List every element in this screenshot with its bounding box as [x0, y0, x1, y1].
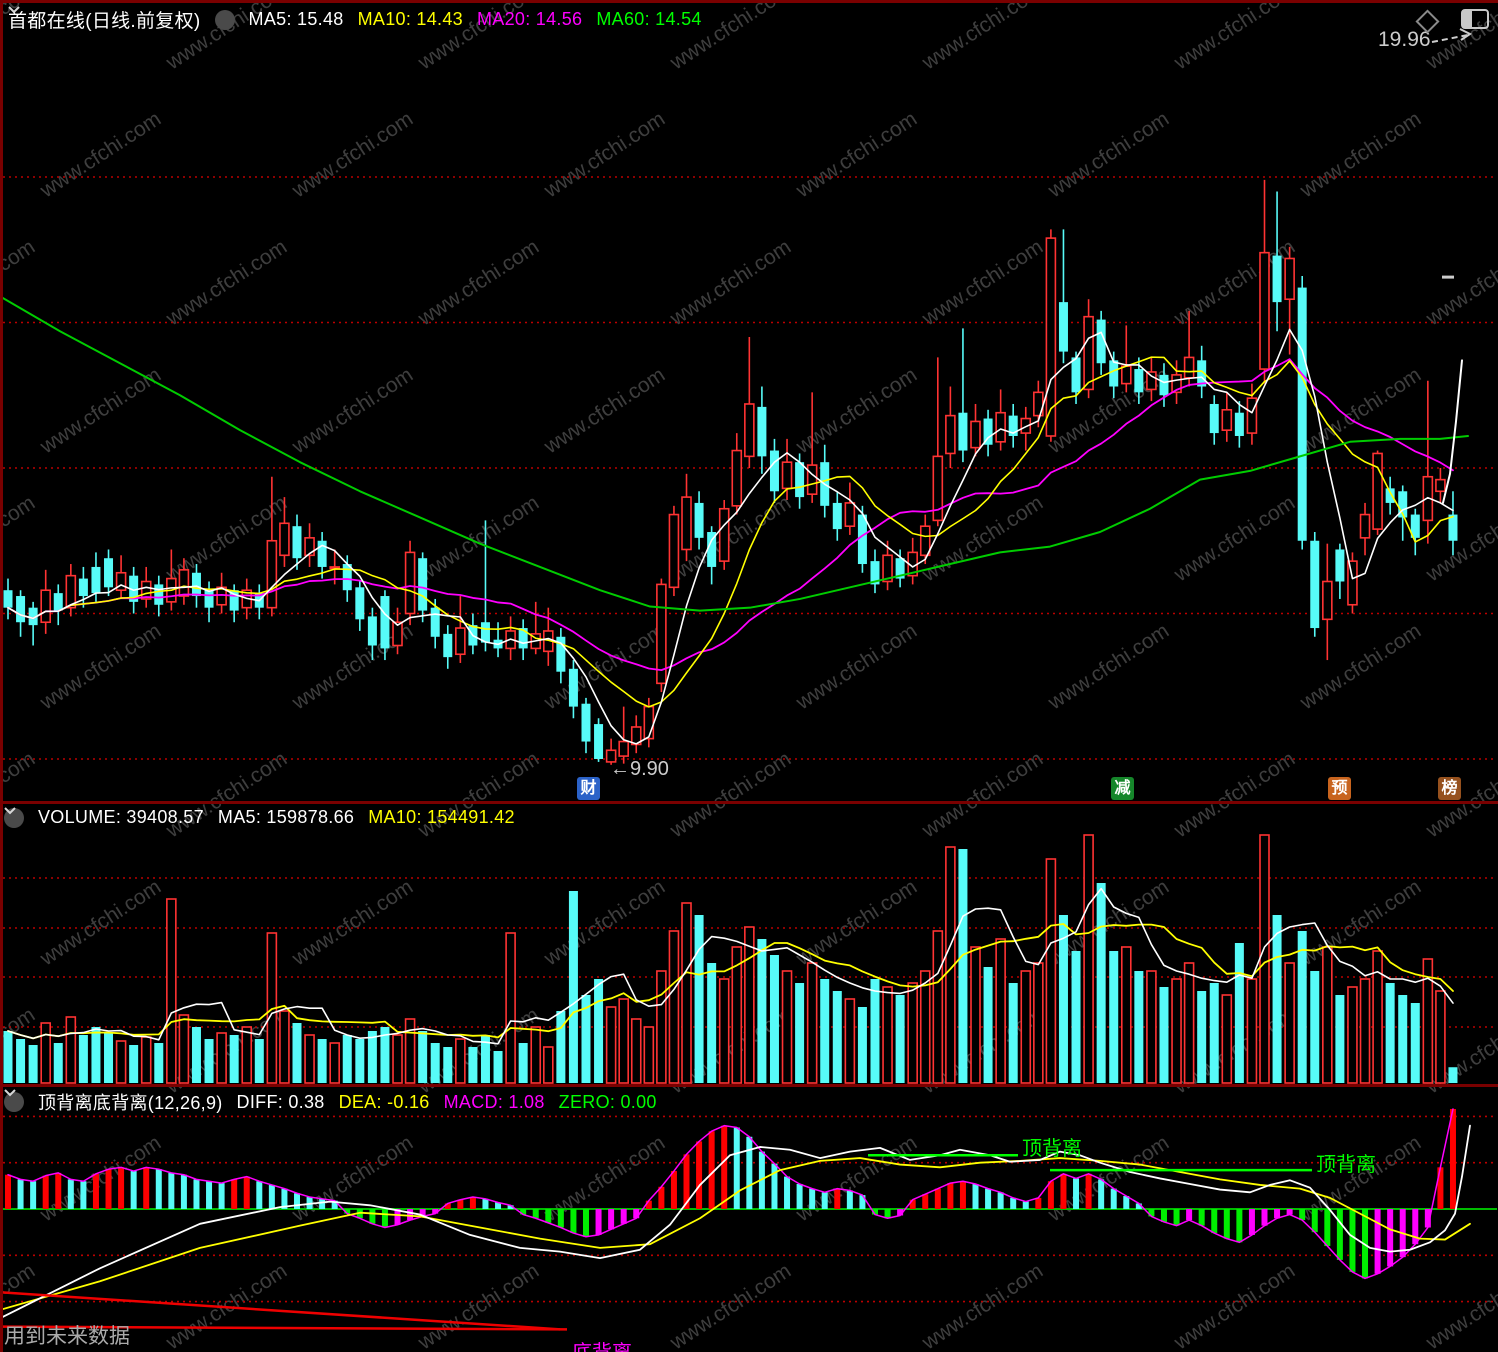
svg-text:www.cfchi.com: www.cfchi.com: [1169, 1259, 1299, 1352]
left-border: [0, 0, 3, 1352]
indicator-name: 顶背离底背离(12,26,9): [38, 1093, 223, 1113]
svg-text:www.cfchi.com: www.cfchi.com: [665, 1259, 795, 1352]
svg-text:www.cfchi.com: www.cfchi.com: [539, 107, 669, 202]
svg-text:www.cfchi.com: www.cfchi.com: [917, 235, 1047, 330]
svg-text:www.cfchi.com: www.cfchi.com: [791, 107, 921, 202]
volume-ma10-value: MA10: 154491.42: [368, 807, 515, 827]
chart-canvas[interactable]: www.cfchi.com www.cfchi.com www.cfchi.com w…: [0, 0, 1498, 1352]
page-title: 首都在线(日线.前复权): [8, 11, 201, 32]
event-badge[interactable]: 减: [1111, 777, 1134, 800]
svg-text:www.cfchi.com: www.cfchi.com: [539, 363, 669, 458]
stock-chart-app: www.cfchi.com www.cfchi.com www.cfchi.com w…: [0, 0, 1498, 1352]
volume-ma5-value: MA5: 159878.66: [217, 807, 355, 827]
panel-separator-volume: [0, 801, 1498, 804]
svg-text:www.cfchi.com: www.cfchi.com: [1421, 235, 1498, 330]
ma5-value: MA5: 15.48: [248, 9, 344, 29]
svg-text:www.cfchi.com: www.cfchi.com: [917, 747, 1047, 842]
volume-header: VOLUME: 39408.57 MA5: 159878.66 MA10: 15…: [4, 807, 515, 828]
panel-separator-macd: [0, 1084, 1498, 1087]
svg-text:www.cfchi.com: www.cfchi.com: [287, 363, 417, 458]
svg-text:www.cfchi.com: www.cfchi.com: [791, 619, 921, 714]
svg-text:www.cfchi.com: www.cfchi.com: [413, 747, 543, 842]
svg-text:www.cfchi.com: www.cfchi.com: [1169, 491, 1299, 586]
svg-text:www.cfchi.com: www.cfchi.com: [161, 747, 291, 842]
bottom-divergence-label: 底背离: [572, 1336, 632, 1352]
svg-text:www.cfchi.com: www.cfchi.com: [1295, 107, 1425, 202]
svg-text:www.cfchi.com: www.cfchi.com: [35, 107, 165, 202]
chevron-down-icon[interactable]: [8, 6, 235, 30]
svg-text:www.cfchi.com: www.cfchi.com: [413, 1259, 543, 1352]
ma10-value: MA10: 14.43: [357, 9, 463, 29]
macd-value: MACD: 1.08: [443, 1091, 545, 1112]
svg-text:www.cfchi.com: www.cfchi.com: [0, 747, 39, 842]
event-badge[interactable]: 预: [1328, 777, 1351, 800]
svg-text:www.cfchi.com: www.cfchi.com: [1295, 363, 1425, 458]
ma60-value: MA60: 14.54: [596, 9, 702, 29]
svg-text:www.cfchi.com: www.cfchi.com: [791, 875, 921, 970]
svg-text:www.cfchi.com: www.cfchi.com: [1043, 107, 1173, 202]
svg-text:www.cfchi.com: www.cfchi.com: [665, 235, 795, 330]
event-badge[interactable]: 榜: [1438, 777, 1461, 800]
svg-text:www.cfchi.com: www.cfchi.com: [1169, 747, 1299, 842]
svg-text:www.cfchi.com: www.cfchi.com: [665, 747, 795, 842]
svg-text:www.cfchi.com: www.cfchi.com: [161, 235, 291, 330]
chevron-down-icon[interactable]: [4, 1089, 24, 1112]
zero-value: ZERO: 0.00: [558, 1091, 657, 1112]
svg-text:www.cfchi.com: www.cfchi.com: [1043, 619, 1173, 714]
main-chart-header: 首都在线(日线.前复权) MA5: 15.48 MA10: 14.43 MA20…: [8, 6, 702, 33]
svg-text:www.cfchi.com: www.cfchi.com: [35, 619, 165, 714]
svg-text:www.cfchi.com: www.cfchi.com: [791, 363, 921, 458]
top-divergence-label-2: 顶背离: [1316, 1154, 1376, 1176]
svg-text:www.cfchi.com: www.cfchi.com: [35, 875, 165, 970]
future-data-note: 用到未来数据: [4, 1325, 130, 1348]
high-price-arrow-icon: [1431, 28, 1472, 43]
event-badge[interactable]: 财: [577, 777, 600, 800]
svg-text:www.cfchi.com: www.cfchi.com: [413, 491, 543, 586]
top-divergence-label-1: 顶背离: [1022, 1138, 1082, 1160]
svg-text:www.cfchi.com: www.cfchi.com: [1169, 0, 1299, 75]
panel-layout-icon[interactable]: [1461, 9, 1489, 29]
svg-text:www.cfchi.com: www.cfchi.com: [287, 107, 417, 202]
volume-value: VOLUME: 39408.57: [38, 807, 204, 827]
ma20-value: MA20: 14.56: [476, 9, 583, 29]
svg-text:www.cfchi.com: www.cfchi.com: [917, 1259, 1047, 1352]
svg-text:www.cfchi.com: www.cfchi.com: [413, 235, 543, 330]
macd-header: 顶背离底背离(12,26,9) DIFF: 0.38 DEA: -0.16 MA…: [4, 1089, 657, 1115]
high-price-label: 19.96: [1378, 28, 1431, 51]
svg-text:www.cfchi.com: www.cfchi.com: [917, 0, 1047, 75]
dea-value: DEA: -0.16: [338, 1091, 430, 1112]
svg-text:www.cfchi.com: www.cfchi.com: [287, 875, 417, 970]
svg-text:www.cfchi.com: www.cfchi.com: [0, 491, 39, 586]
diff-value: DIFF: 0.38: [236, 1091, 325, 1112]
svg-text:www.cfchi.com: www.cfchi.com: [1421, 1259, 1498, 1352]
low-price-label: ←9.90: [610, 758, 669, 780]
chevron-down-icon[interactable]: [4, 807, 24, 828]
top-border: [0, 0, 1498, 3]
svg-text:www.cfchi.com: www.cfchi.com: [539, 875, 669, 970]
svg-text:www.cfchi.com: www.cfchi.com: [161, 1259, 291, 1352]
